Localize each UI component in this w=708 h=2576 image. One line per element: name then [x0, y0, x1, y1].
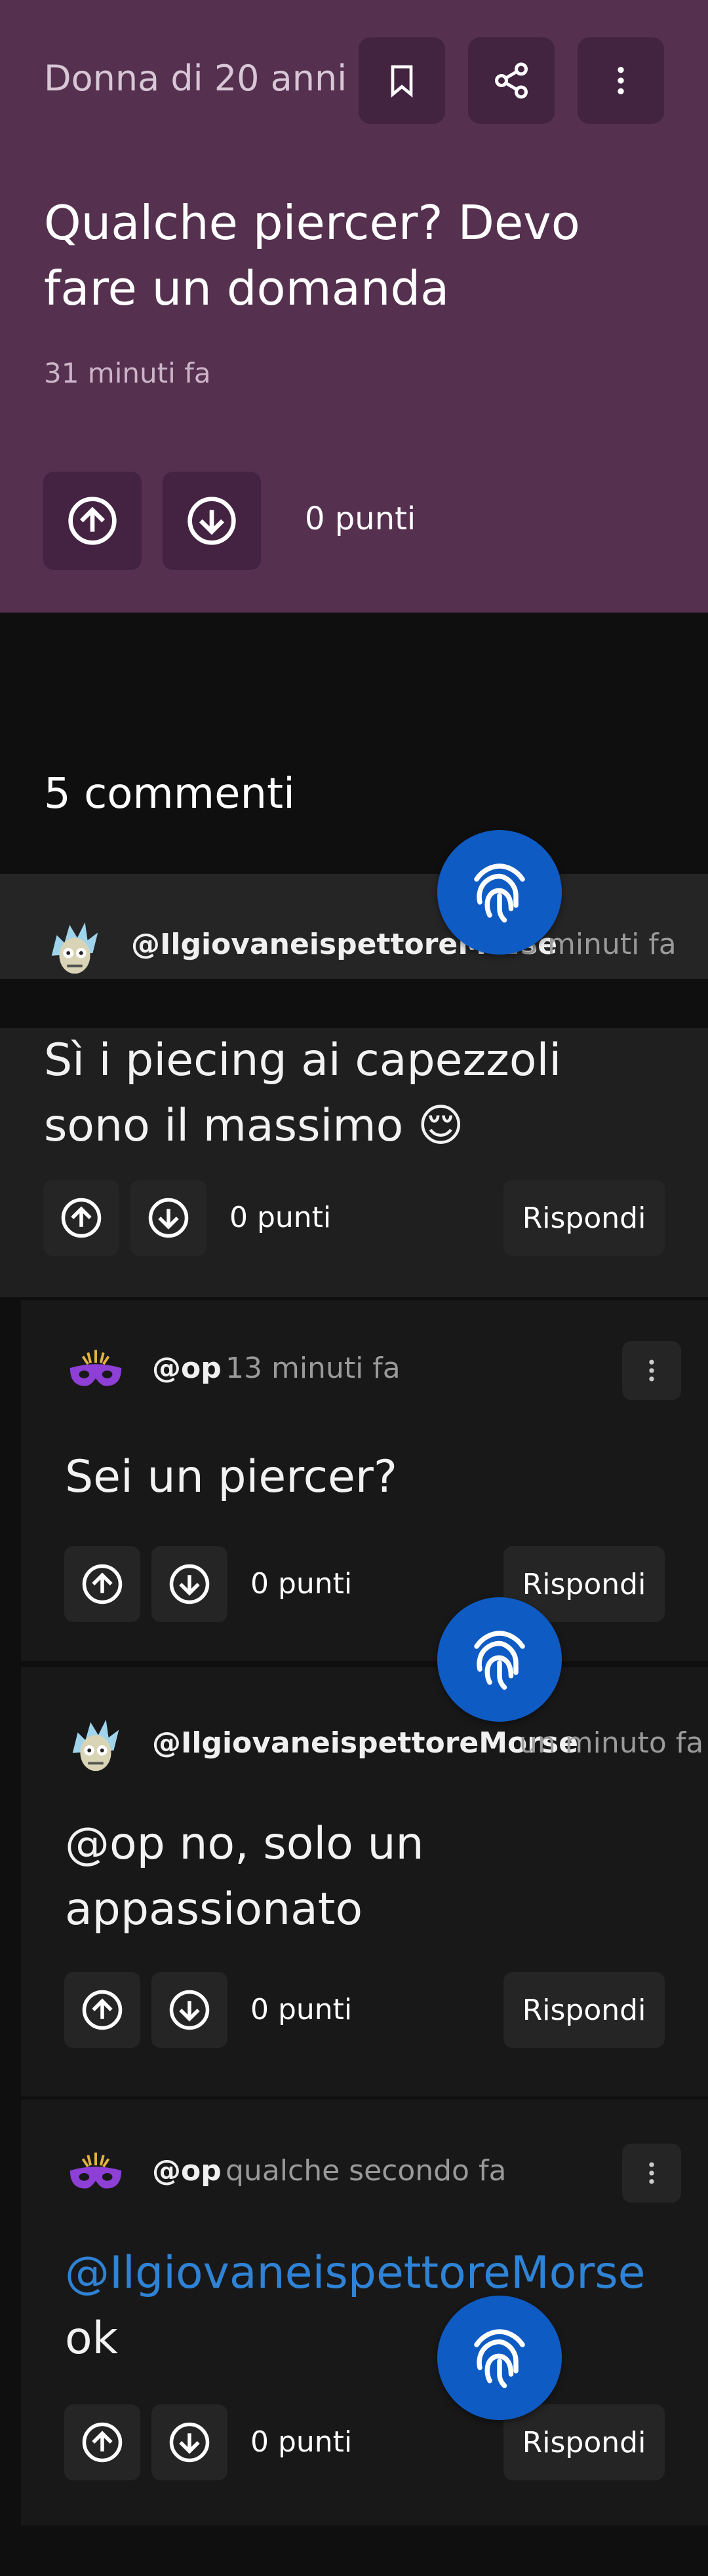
- overlap-gap: [0, 979, 708, 1028]
- fingerprint-icon: [474, 1631, 525, 1690]
- reply-button[interactable]: Rispondi: [503, 1180, 665, 1256]
- comment-username[interactable]: @IlgiovaneispettoreMorse: [152, 1726, 578, 1760]
- more-button[interactable]: [578, 37, 664, 124]
- upvote-button[interactable]: [64, 1546, 140, 1622]
- bookmark-button[interactable]: [359, 37, 445, 124]
- reply-card: @op 13 minuti fa Sei un piercer? 0 punti…: [0, 1300, 708, 1661]
- mention-link[interactable]: @IlgiovaneispettoreMorse: [65, 2247, 646, 2299]
- fingerprint-icon: [474, 863, 525, 923]
- rick-avatar: [44, 917, 106, 979]
- comment-time: qualche secondo fa: [226, 2154, 507, 2188]
- comment-text: @op no, solo un appassionato: [65, 1818, 424, 1935]
- bookmark-icon: [391, 65, 413, 98]
- mask-avatar: [65, 1340, 127, 1401]
- comment-points: 0 punti: [250, 1993, 353, 2026]
- comment-text: Sei un piercer?: [65, 1451, 397, 1503]
- comment-text: @IlgiovaneispettoreMorse ok: [65, 2241, 694, 2372]
- upvote-button[interactable]: [43, 1180, 119, 1256]
- post-points: 0 punti: [305, 501, 416, 537]
- mask-avatar: [65, 2142, 127, 2204]
- upvote-icon: [82, 1990, 123, 2030]
- upvote-icon: [82, 1564, 123, 1604]
- comment-card: Sì i piecing ai capezzoli sono il massim…: [0, 1028, 708, 1297]
- comment-points: 0 punti: [250, 1567, 353, 1601]
- more-vertical-icon: [618, 67, 624, 94]
- reply-card: @op qualche secondo fa @Ilgiovaneispetto…: [0, 2100, 708, 2526]
- comment-time: 13 minuti fa: [226, 1352, 401, 1385]
- downvote-icon: [169, 2422, 210, 2463]
- downvote-button[interactable]: [151, 1972, 227, 2048]
- comment-time: un minuto fa: [519, 1726, 704, 1760]
- downvote-button[interactable]: [130, 1180, 206, 1256]
- fingerprint-fab[interactable]: [437, 1597, 562, 1722]
- share-icon: [495, 62, 528, 99]
- post-author: Donna di 20 anni: [44, 58, 347, 99]
- rick-avatar: [65, 1714, 127, 1776]
- upvote-button[interactable]: [64, 2404, 140, 2480]
- reply-card: @IlgiovaneispettoreMorse un minuto fa @o…: [0, 1667, 708, 2096]
- comment-more-button[interactable]: [622, 2144, 681, 2203]
- more-vertical-icon: [649, 1359, 654, 1382]
- downvote-icon: [148, 1198, 189, 1238]
- fingerprint-icon: [474, 2329, 525, 2389]
- comment-body: ok: [65, 2313, 118, 2364]
- post-time: 31 minuti fa: [44, 357, 211, 389]
- comment-more-button[interactable]: [622, 1341, 681, 1400]
- fingerprint-fab[interactable]: [437, 830, 562, 955]
- downvote-icon: [187, 497, 236, 545]
- comment-header-strip: @IlgiovaneispettoreMorse 13 minuti fa: [0, 874, 708, 979]
- comment-points: 0 punti: [229, 1201, 332, 1234]
- comment-points: 0 punti: [250, 2425, 353, 2459]
- comment-username[interactable]: @op: [152, 2154, 222, 2188]
- reply-button[interactable]: Rispondi: [503, 1972, 665, 2048]
- downvote-button[interactable]: [151, 2404, 227, 2480]
- share-button[interactable]: [468, 37, 555, 124]
- downvote-icon: [169, 1990, 210, 2030]
- comments-count: 5 commenti: [44, 770, 295, 818]
- comment-username[interactable]: @op: [152, 1352, 222, 1385]
- more-vertical-icon: [649, 2162, 654, 2184]
- upvote-button[interactable]: [43, 472, 142, 570]
- post-title: Qualche piercer? Devo fare un domanda: [44, 195, 580, 316]
- upvote-icon: [82, 2422, 123, 2463]
- reply-button[interactable]: Rispondi: [503, 2404, 665, 2480]
- downvote-icon: [169, 1564, 210, 1604]
- downvote-button[interactable]: [163, 472, 261, 570]
- upvote-icon: [68, 497, 117, 545]
- comment-text: Sì i piecing ai capezzoli sono il massim…: [44, 1034, 562, 1152]
- post-header: Donna di 20 anni Qualche piercer? Devo f…: [0, 0, 708, 613]
- downvote-button[interactable]: [151, 1546, 227, 1622]
- upvote-icon: [61, 1198, 102, 1238]
- fingerprint-fab[interactable]: [437, 2296, 562, 2420]
- upvote-button[interactable]: [64, 1972, 140, 2048]
